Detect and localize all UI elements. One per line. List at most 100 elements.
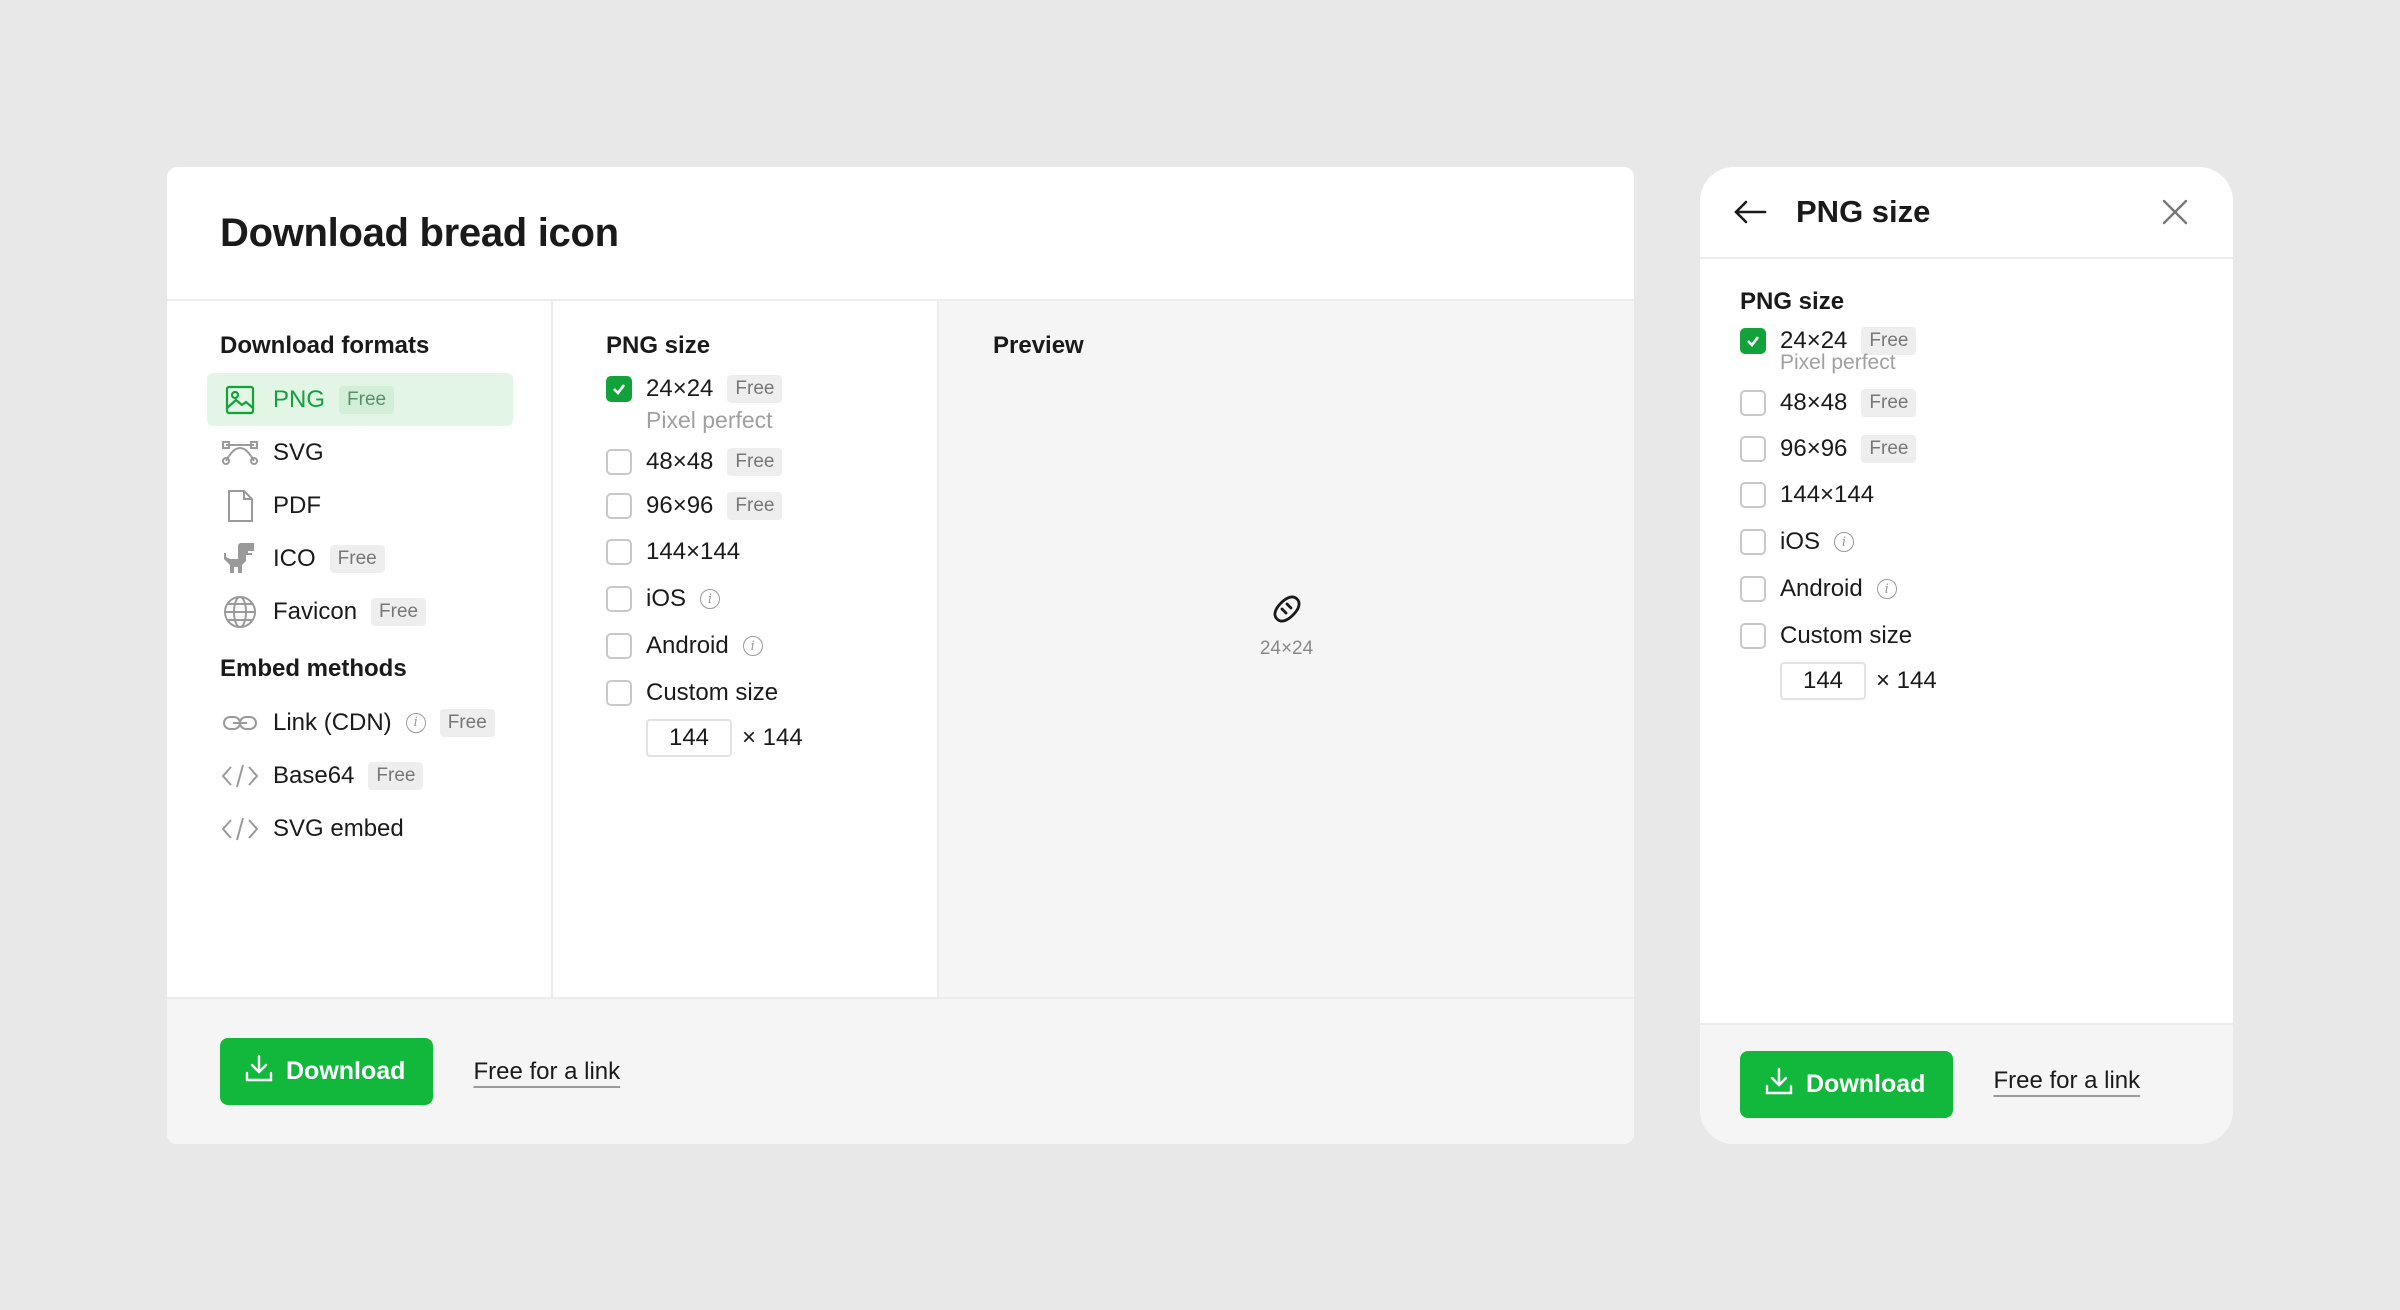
- sizes-column: PNG size 24×24 Free Pixel perfect 48×48 …: [553, 301, 939, 997]
- free-badge: Free: [1861, 435, 1917, 463]
- free-badge: Free: [329, 544, 385, 573]
- info-icon[interactable]: i: [1834, 532, 1855, 552]
- panel-size-option-48[interactable]: 48×48 Free: [1740, 389, 2233, 417]
- format-label: PDF: [273, 491, 321, 519]
- size-label: 48×48: [1780, 389, 1848, 416]
- preview-column: Preview 24×24: [939, 301, 1634, 997]
- panel-custom-size-row: × 144: [1780, 662, 2233, 700]
- checkbox[interactable]: [1740, 576, 1766, 602]
- size-option-96[interactable]: 96×96 Free: [606, 492, 937, 520]
- checkbox[interactable]: [1740, 482, 1766, 508]
- download-button[interactable]: Download: [1740, 1051, 1954, 1118]
- preview-title: Preview: [993, 332, 1084, 359]
- embed-label: Link (CDN): [273, 708, 392, 736]
- preview-size-label: 24×24: [1259, 638, 1314, 659]
- size-label: iOS: [646, 585, 687, 612]
- checkbox[interactable]: [606, 493, 632, 519]
- custom-size-input[interactable]: [646, 719, 732, 757]
- format-item-png[interactable]: PNG Free: [207, 373, 513, 426]
- dialog-header: Download bread icon: [167, 167, 1634, 301]
- link-icon: [221, 704, 259, 742]
- free-for-link[interactable]: Free for a link: [1993, 1067, 2140, 1095]
- checkbox-checked[interactable]: [1740, 328, 1766, 354]
- png-size-panel: PNG size PNG size 24×24 Free Pixel perfe…: [1700, 167, 2233, 1144]
- size-label: Android: [646, 632, 729, 659]
- size-option-android[interactable]: Android i: [606, 632, 937, 660]
- info-icon[interactable]: i: [700, 589, 721, 609]
- panel-title: PNG size: [1796, 194, 1931, 229]
- file-icon: [221, 487, 259, 525]
- download-button[interactable]: Download: [220, 1038, 434, 1105]
- format-label: PNG: [273, 385, 326, 413]
- back-arrow-icon[interactable]: [1730, 192, 1770, 232]
- size-subtitle: Pixel perfect: [646, 407, 773, 433]
- size-option-48[interactable]: 48×48 Free: [606, 448, 937, 476]
- format-item-favicon[interactable]: Favicon Free: [207, 585, 513, 638]
- close-icon[interactable]: [2157, 194, 2193, 230]
- size-label: 96×96: [1780, 435, 1848, 462]
- free-badge: Free: [1861, 389, 1917, 417]
- panel-size-option-96[interactable]: 96×96 Free: [1740, 435, 2233, 463]
- panel-size-option-android[interactable]: Android i: [1740, 575, 2233, 603]
- panel-size-option-ios[interactable]: iOS i: [1740, 528, 2233, 556]
- free-badge: Free: [439, 708, 495, 737]
- checkbox[interactable]: [1740, 436, 1766, 462]
- embed-item-svg-embed[interactable]: SVG embed: [207, 802, 513, 855]
- size-option-24[interactable]: 24×24 Free: [606, 375, 937, 403]
- formats-title: Download formats: [220, 332, 430, 359]
- size-list: 24×24 Free Pixel perfect 48×48 Free 96×9…: [606, 375, 937, 757]
- bread-icon: [1269, 595, 1305, 631]
- checkbox[interactable]: [1740, 529, 1766, 555]
- size-option-custom[interactable]: Custom size: [606, 679, 937, 707]
- free-badge: Free: [727, 492, 783, 520]
- download-label: Download: [286, 1057, 406, 1085]
- size-label: 96×96: [646, 492, 714, 519]
- panel-size-option-144[interactable]: 144×144: [1740, 481, 2233, 509]
- code-icon: [221, 810, 259, 848]
- code-icon: [221, 757, 259, 795]
- format-item-svg[interactable]: SVG: [207, 426, 513, 479]
- size-label: Android: [1780, 575, 1863, 602]
- size-label: 48×48: [646, 448, 714, 475]
- panel-header: PNG size: [1700, 167, 2233, 259]
- bezier-icon: [221, 434, 259, 472]
- free-for-link[interactable]: Free for a link: [473, 1058, 620, 1086]
- checkbox[interactable]: [606, 680, 632, 706]
- checkbox-checked[interactable]: [606, 376, 632, 402]
- checkbox[interactable]: [606, 449, 632, 475]
- sizes-title: PNG size: [606, 332, 711, 359]
- checkbox[interactable]: [606, 586, 632, 612]
- format-item-pdf[interactable]: PDF: [207, 479, 513, 532]
- size-option-ios[interactable]: iOS i: [606, 585, 937, 613]
- info-icon[interactable]: i: [405, 712, 426, 733]
- custom-size-row: × 144: [646, 719, 937, 757]
- panel-size-list: 24×24 Free Pixel perfect 48×48 Free 96×9…: [1740, 327, 2233, 700]
- embed-item-base64[interactable]: Base64 Free: [207, 749, 513, 802]
- info-icon[interactable]: i: [1876, 579, 1897, 599]
- download-dialog: Download bread icon Download formats PNG…: [167, 167, 1634, 1144]
- info-icon[interactable]: i: [742, 636, 763, 656]
- free-badge: Free: [727, 375, 783, 403]
- panel-size-option-custom[interactable]: Custom size: [1740, 622, 2233, 650]
- checkbox[interactable]: [606, 539, 632, 565]
- checkbox[interactable]: [1740, 390, 1766, 416]
- embed-item-link-cdn[interactable]: Link (CDN) i Free: [207, 696, 513, 749]
- size-option-144[interactable]: 144×144: [606, 538, 937, 566]
- custom-size-input[interactable]: [1780, 662, 1866, 700]
- format-item-ico[interactable]: ICO Free: [207, 532, 513, 585]
- embed-title: Embed methods: [220, 655, 407, 682]
- embed-label: Base64: [273, 761, 355, 789]
- panel-footer: Download Free for a link: [1700, 1023, 2233, 1144]
- panel-body: PNG size 24×24 Free Pixel perfect 48×48 …: [1700, 259, 2233, 700]
- format-label: ICO: [273, 544, 316, 572]
- size-label: Custom size: [646, 679, 779, 706]
- size-label: iOS: [1780, 528, 1821, 555]
- custom-size-suffix: × 144: [742, 724, 803, 751]
- embed-list: Link (CDN) i Free Base64 Free SVG embed: [167, 696, 551, 855]
- checkbox[interactable]: [606, 633, 632, 659]
- download-icon: [1764, 1066, 1794, 1103]
- free-badge: Free: [339, 385, 395, 414]
- formats-list: PNG Free SVG PDF ICO Free Favicon Free: [167, 373, 551, 638]
- embed-label: SVG embed: [273, 814, 404, 842]
- checkbox[interactable]: [1740, 623, 1766, 649]
